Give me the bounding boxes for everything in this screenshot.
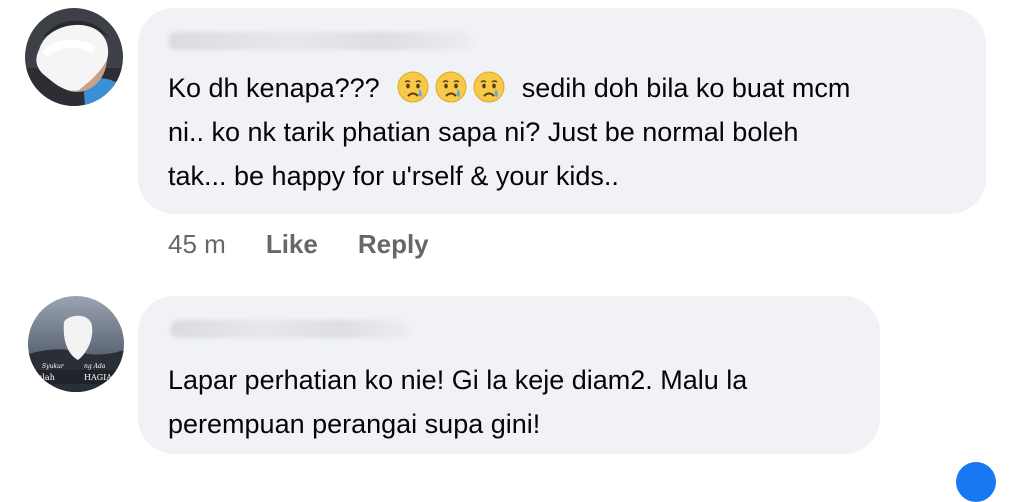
- avatar-caption: Syukur: [42, 363, 64, 370]
- comment-line-suffix: sedih doh bila ko buat mcm: [521, 73, 851, 103]
- comment-bubble: Ko dh kenapa??? sedih doh bila ko buat m…: [138, 8, 986, 214]
- reply-button[interactable]: Reply: [358, 229, 429, 260]
- crying-face-icon: [435, 71, 467, 103]
- crying-face-icon: [473, 71, 505, 103]
- comment-text: Lapar perhatian ko nie! Gi la keje diam2…: [168, 358, 868, 446]
- avatar-caption: ng Ada: [84, 363, 106, 370]
- comment-line: Ko dh kenapa??? sedih doh bila ko buat m…: [168, 66, 968, 110]
- commenter-avatar[interactable]: Syukur ng Ada tulah HAGIA: [28, 296, 124, 392]
- commenter-avatar[interactable]: [25, 8, 123, 106]
- avatar-caption: tulah: [34, 373, 55, 382]
- comment-line: perempuan perangai supa gini!: [168, 409, 541, 439]
- avatar-caption: HAGIA: [84, 373, 113, 382]
- comment-line-prefix: Ko dh kenapa???: [168, 73, 380, 103]
- comment-line: ni.. ko nk tarik phatian sapa ni? Just b…: [168, 117, 799, 147]
- comment-actions: 45 m Like Reply: [168, 226, 429, 262]
- author-name-redacted[interactable]: [168, 32, 474, 50]
- corner-action-icon[interactable]: [956, 462, 996, 502]
- like-button[interactable]: Like: [266, 229, 318, 260]
- comment-line: Lapar perhatian ko nie! Gi la keje diam2…: [168, 365, 748, 395]
- comment-timestamp[interactable]: 45 m: [168, 229, 226, 260]
- comment-line: tak... be happy for u'rself & your kids.…: [168, 161, 619, 191]
- comment-text: Ko dh kenapa??? sedih doh bila ko buat m…: [168, 66, 968, 198]
- crying-face-icon: [397, 71, 429, 103]
- author-name-redacted[interactable]: [170, 320, 410, 338]
- comment-bubble: Lapar perhatian ko nie! Gi la keje diam2…: [138, 296, 880, 454]
